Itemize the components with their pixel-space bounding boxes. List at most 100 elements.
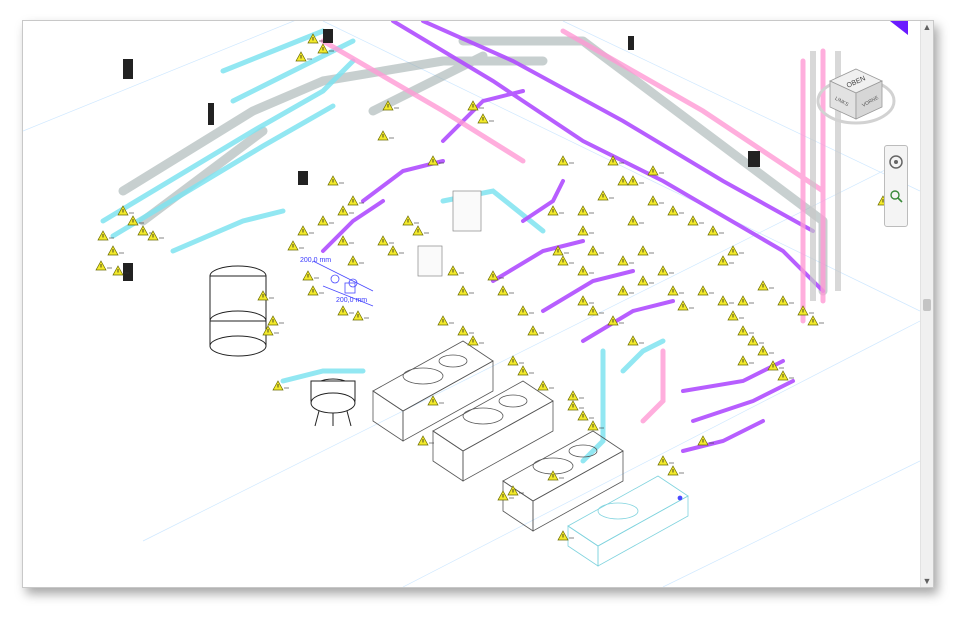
warning-triangle-icon[interactable] xyxy=(677,300,694,311)
warning-triangle-icon[interactable] xyxy=(287,240,304,251)
warning-triangle-icon[interactable] xyxy=(777,295,794,306)
chevron-down-icon[interactable]: ▼ xyxy=(921,575,933,587)
warning-triangle-icon[interactable] xyxy=(402,215,419,226)
dimension-label-lower: 200,0 mm xyxy=(336,297,368,304)
isometric-piping-drawing[interactable] xyxy=(23,21,921,587)
warning-triangle-icon[interactable] xyxy=(617,285,634,296)
warning-triangle-icon[interactable] xyxy=(797,305,814,316)
dimension-lines xyxy=(312,260,683,501)
warning-triangle-icon[interactable] xyxy=(727,310,744,321)
warning-triangle-icon[interactable] xyxy=(437,315,454,326)
chevron-up-icon[interactable]: ▲ xyxy=(921,21,933,33)
warning-triangle-icon[interactable] xyxy=(517,305,534,316)
panel-outlines xyxy=(417,190,482,277)
warning-triangle-icon[interactable] xyxy=(637,275,654,286)
zoom-icon[interactable] xyxy=(888,188,904,204)
warning-triangle-icon[interactable] xyxy=(387,245,404,256)
scrollbar-thumb[interactable] xyxy=(923,299,931,311)
warning-triangle-icon[interactable] xyxy=(307,285,324,296)
warning-triangle-icon[interactable] xyxy=(297,225,314,236)
compressor-2 xyxy=(432,380,554,482)
warning-triangle-icon[interactable] xyxy=(777,370,794,381)
warning-triangle-icon[interactable] xyxy=(557,255,574,266)
warning-triangle-icon[interactable] xyxy=(527,325,544,336)
warning-triangle-icon[interactable] xyxy=(327,175,344,186)
warning-triangle-icon[interactable] xyxy=(457,325,474,336)
warning-triangle-icon[interactable] xyxy=(412,225,429,236)
warning-triangle-icon[interactable] xyxy=(627,335,644,346)
warning-triangle-icon[interactable] xyxy=(627,175,644,186)
warning-triangle-icon[interactable] xyxy=(577,410,594,421)
oil-separator-tank xyxy=(310,378,356,427)
warning-triangle-icon[interactable] xyxy=(267,315,284,326)
warning-triangle-icon[interactable] xyxy=(352,310,369,321)
3d-viewport[interactable]: 200,0 mm 200,0 mm OBEN LINKS VORNE xyxy=(23,21,921,587)
warning-triangle-icon[interactable] xyxy=(377,235,394,246)
warning-triangle-icon[interactable] xyxy=(577,225,594,236)
pink-pipes xyxy=(320,28,826,424)
warning-triangle-icon[interactable] xyxy=(337,205,354,216)
steering-wheel-icon[interactable] xyxy=(888,154,904,170)
warning-triangle-icon[interactable] xyxy=(747,335,764,346)
warning-triangle-icon[interactable] xyxy=(447,265,464,276)
warning-triangle-icon[interactable] xyxy=(567,390,584,401)
warning-triangle-icon[interactable] xyxy=(547,470,564,481)
navigation-bar xyxy=(884,145,908,227)
warning-triangle-icon[interactable] xyxy=(147,230,164,241)
warning-triangle-icon[interactable] xyxy=(557,530,574,541)
warning-triangle-icon[interactable] xyxy=(107,245,124,256)
warning-triangle-icon[interactable] xyxy=(737,355,754,366)
warning-triangle-icon[interactable] xyxy=(537,380,554,391)
warning-triangle-icon[interactable] xyxy=(347,255,364,266)
warning-triangle-icon[interactable] xyxy=(687,215,704,226)
vertical-scrollbar[interactable]: ▲ ▼ xyxy=(920,21,933,587)
warning-triangle-icon[interactable] xyxy=(577,205,594,216)
warning-triangle-icon[interactable] xyxy=(627,215,644,226)
warning-triangle-icon[interactable] xyxy=(302,270,319,281)
warning-triangle-icon[interactable] xyxy=(337,235,354,246)
warning-triangle-icon[interactable] xyxy=(657,455,674,466)
warning-triangle-icon[interactable] xyxy=(547,205,564,216)
warning-triangle-icon[interactable] xyxy=(637,245,654,256)
dimension-label-upper: 200,0 mm xyxy=(300,257,332,264)
warning-triangle-icon[interactable] xyxy=(587,245,604,256)
warning-triangle-icon[interactable] xyxy=(417,435,434,446)
warning-triangle-icon[interactable] xyxy=(337,305,354,316)
warning-triangle-icon[interactable] xyxy=(577,265,594,276)
revit-3d-view-window: 200,0 mm 200,0 mm OBEN LINKS VORNE ▲ ▼ xyxy=(22,20,934,588)
warning-triangle-icon[interactable] xyxy=(757,345,774,356)
compressor-units xyxy=(372,340,689,567)
warning-triangle-icon[interactable] xyxy=(587,305,604,316)
receiver-tank-vertical xyxy=(209,265,267,357)
warning-triangle-icon[interactable] xyxy=(477,113,494,124)
compressor-1 xyxy=(372,340,494,442)
warning-triangle-icon[interactable] xyxy=(697,285,714,296)
warning-triangle-icon[interactable] xyxy=(95,260,112,271)
warning-triangle-icon[interactable] xyxy=(707,225,724,236)
warning-triangle-icon[interactable] xyxy=(737,325,754,336)
warning-triangle-icon[interactable] xyxy=(667,205,684,216)
warning-triangle-icon[interactable] xyxy=(597,190,614,201)
warning-triangle-icon[interactable] xyxy=(737,295,754,306)
warning-triangle-icon[interactable] xyxy=(517,365,534,376)
warning-triangle-icon[interactable] xyxy=(467,335,484,346)
warning-triangle-icon[interactable] xyxy=(667,465,684,476)
warning-triangle-icon[interactable] xyxy=(657,265,674,276)
warning-triangle-icon[interactable] xyxy=(617,255,634,266)
warning-triangle-icon[interactable] xyxy=(295,51,312,62)
warning-triangle-icon[interactable] xyxy=(567,400,584,411)
warning-triangle-icon[interactable] xyxy=(647,195,664,206)
warning-triangle-icon[interactable] xyxy=(497,285,514,296)
warning-triangle-icon[interactable] xyxy=(577,295,594,306)
warning-triangle-icon[interactable] xyxy=(757,280,774,291)
warning-triangle-icon[interactable] xyxy=(377,130,394,141)
warning-triangle-icon[interactable] xyxy=(317,215,334,226)
warning-triangle-icon[interactable] xyxy=(647,165,664,176)
warning-triangle-icon[interactable] xyxy=(557,155,574,166)
warning-triangle-icon[interactable] xyxy=(457,285,474,296)
warning-triangle-icon[interactable] xyxy=(807,315,824,326)
viewcube[interactable]: OBEN LINKS VORNE xyxy=(816,61,906,131)
warning-triangle-icon[interactable] xyxy=(717,255,734,266)
warning-triangle-icon[interactable] xyxy=(667,285,684,296)
warning-triangle-icon[interactable] xyxy=(717,295,734,306)
